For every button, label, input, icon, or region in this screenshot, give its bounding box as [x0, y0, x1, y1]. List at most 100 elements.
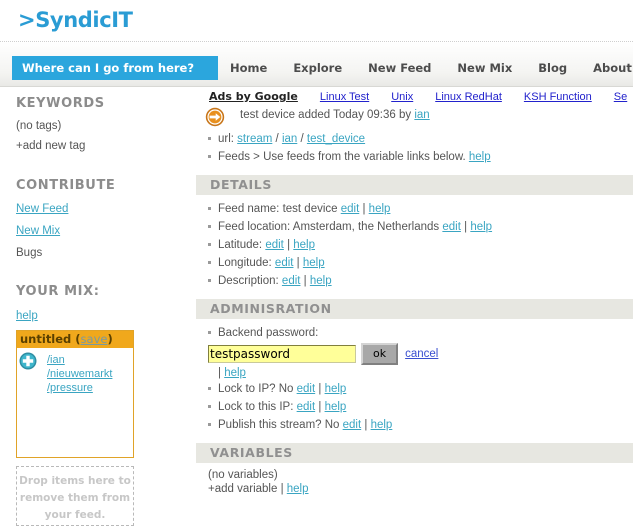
row-sep: | — [315, 383, 324, 395]
edit-link[interactable]: edit — [275, 257, 294, 269]
ad-link-ksh-function[interactable]: KSH Function — [524, 91, 592, 103]
details-section-body: Feed name: test device edit | help Feed … — [196, 201, 633, 289]
nav-item-explore[interactable]: Explore — [293, 61, 342, 75]
keywords-empty: (no tags) — [16, 120, 61, 132]
add-new-tag-link[interactable]: +add new tag — [16, 140, 85, 152]
edit-link[interactable]: edit — [297, 401, 316, 413]
url-part-stream[interactable]: stream — [237, 133, 272, 145]
ad-link-linux-redhat[interactable]: Linux RedHat — [435, 91, 502, 103]
row-label: Lock to this IP: — [218, 401, 297, 413]
mix-box-title-text: untitled ( — [20, 332, 81, 346]
your-mix-help-link[interactable]: help — [16, 310, 38, 322]
help-link[interactable]: help — [470, 221, 492, 233]
variables-empty: (no variables) — [208, 469, 633, 481]
feed-title: test device added Today 09:36 by ian — [240, 109, 430, 121]
page-root: >SyndicIT Where can I go from here? Home… — [0, 0, 633, 529]
main-nav: HomeExploreNew FeedNew MixBlogAboutLogo — [230, 61, 633, 75]
mix-save-link[interactable]: save — [81, 332, 108, 346]
left-sidebar: KEYWORDS (no tags) +add new tag CONTRIBU… — [0, 92, 196, 529]
edit-link[interactable]: edit — [265, 239, 284, 251]
details-row-latitude: Latitude: edit | help — [196, 237, 633, 253]
url-part-ian[interactable]: ian — [282, 133, 297, 145]
feed-author-link[interactable]: ian — [414, 109, 429, 121]
help-link[interactable]: help — [293, 239, 315, 251]
sidebar-link-new-mix[interactable]: New Mix — [16, 225, 60, 237]
row-sep: | — [284, 239, 293, 251]
feed-url-row: url: stream / ian / test_device — [196, 131, 633, 147]
row-sep: | — [461, 221, 470, 233]
ok-button[interactable]: ok — [361, 343, 398, 365]
mix-box-title: untitled (save) — [17, 331, 133, 348]
row-label: Latitude: — [218, 239, 265, 251]
admin-row-lock-to-this-ip: Lock to this IP: edit | help — [196, 399, 633, 415]
help-link[interactable]: help — [325, 383, 347, 395]
site-logo[interactable]: >SyndicIT — [18, 8, 133, 32]
url-sep-2: / — [301, 133, 304, 145]
nav-item-new-mix[interactable]: New Mix — [457, 61, 512, 75]
nav-item-home[interactable]: Home — [230, 61, 267, 75]
row-label: Description: — [218, 275, 282, 287]
details-section-heading: DETAILS — [196, 175, 633, 195]
details-row-feed-location: Feed location: Amsterdam, the Netherland… — [196, 219, 633, 235]
details-list: Feed name: test device edit | help Feed … — [196, 201, 633, 289]
help-link[interactable]: help — [371, 419, 393, 431]
feeds-hint-help-link[interactable]: help — [469, 151, 491, 163]
edit-link[interactable]: edit — [297, 383, 316, 395]
edit-link[interactable]: edit — [343, 419, 362, 431]
feed-meta-list: url: stream / ian / test_device Feeds > … — [196, 131, 633, 165]
backend-password-input[interactable] — [208, 345, 356, 363]
row-sep: | — [315, 401, 324, 413]
cancel-link[interactable]: cancel — [405, 348, 438, 360]
mix-link-ian[interactable]: /ian — [47, 354, 65, 366]
mix-link-pressure[interactable]: /pressure — [47, 382, 93, 394]
feed-header: test device added Today 09:36 by ian — [196, 105, 633, 131]
edit-link[interactable]: edit — [282, 275, 301, 287]
variables-section-heading: VARIABLES — [196, 443, 633, 463]
feeds-hint-row: Feeds > Use feeds from the variable link… — [196, 149, 633, 165]
plus-circle-icon[interactable] — [19, 352, 37, 370]
sidebar-link-new-feed[interactable]: New Feed — [16, 203, 68, 215]
row-label: Feed location: Amsterdam, the Netherland… — [218, 221, 442, 233]
admin-row-publish-stream: Publish this stream? No edit | help — [196, 417, 633, 433]
mix-box-body: /ian /nieuwemarkt /pressure — [17, 348, 133, 395]
url-label: url: — [218, 133, 237, 145]
feed-arrow-icon — [205, 107, 225, 127]
edit-link[interactable]: edit — [341, 203, 360, 215]
sidebar-link-bugs[interactable]: Bugs — [16, 247, 42, 259]
nav-item-new-feed[interactable]: New Feed — [368, 61, 431, 75]
ad-link-linux-test[interactable]: Linux Test — [320, 91, 369, 103]
help-link[interactable]: help — [369, 203, 391, 215]
help-link[interactable]: help — [325, 401, 347, 413]
add-variable-link[interactable]: +add variable — [208, 483, 281, 495]
row-label: Feed name: test device — [218, 203, 341, 215]
variables-help-link[interactable]: help — [287, 483, 309, 495]
nav-item-blog[interactable]: Blog — [538, 61, 567, 75]
ads-by-google-label[interactable]: Ads by Google — [209, 90, 298, 103]
backend-password-help-link[interactable]: help — [224, 367, 246, 379]
url-part-test-device[interactable]: test_device — [307, 133, 365, 145]
row-sep: | — [293, 257, 302, 269]
row-label: Longitude: — [218, 257, 275, 269]
edit-link[interactable]: edit — [442, 221, 461, 233]
row-sep: | — [300, 275, 309, 287]
administration-section-body: Backend password: ok cancel | help Lock … — [196, 325, 633, 433]
administration-list-2: Lock to IP? No edit | help Lock to this … — [196, 381, 633, 433]
mix-link-nieuwemarkt[interactable]: /nieuwemarkt — [47, 368, 112, 380]
backend-password-controls: ok cancel — [208, 343, 633, 365]
tagline-banner: Where can I go from here? — [12, 56, 218, 80]
contribute-heading: CONTRIBUTE — [16, 178, 115, 193]
mix-box: untitled (save) /ian /nieuwemarkt /press… — [16, 330, 134, 458]
mix-box-title-close: ) — [107, 332, 112, 346]
keywords-heading: KEYWORDS — [16, 96, 105, 111]
backend-password-help-row: | help — [218, 367, 633, 379]
drop-zone[interactable]: Drop items here to remove them from your… — [16, 466, 134, 526]
ad-link-unix[interactable]: Unix — [391, 91, 413, 103]
ad-link-se[interactable]: Se — [614, 91, 627, 103]
url-sep-1: / — [276, 133, 279, 145]
help-link[interactable]: help — [310, 275, 332, 287]
help-link[interactable]: help — [303, 257, 325, 269]
add-variable-row: +add variable | help — [208, 483, 633, 495]
nav-item-about[interactable]: About — [593, 61, 632, 75]
row-label: Lock to IP? No — [218, 383, 297, 395]
variables-section-body: (no variables) +add variable | help — [196, 469, 633, 495]
